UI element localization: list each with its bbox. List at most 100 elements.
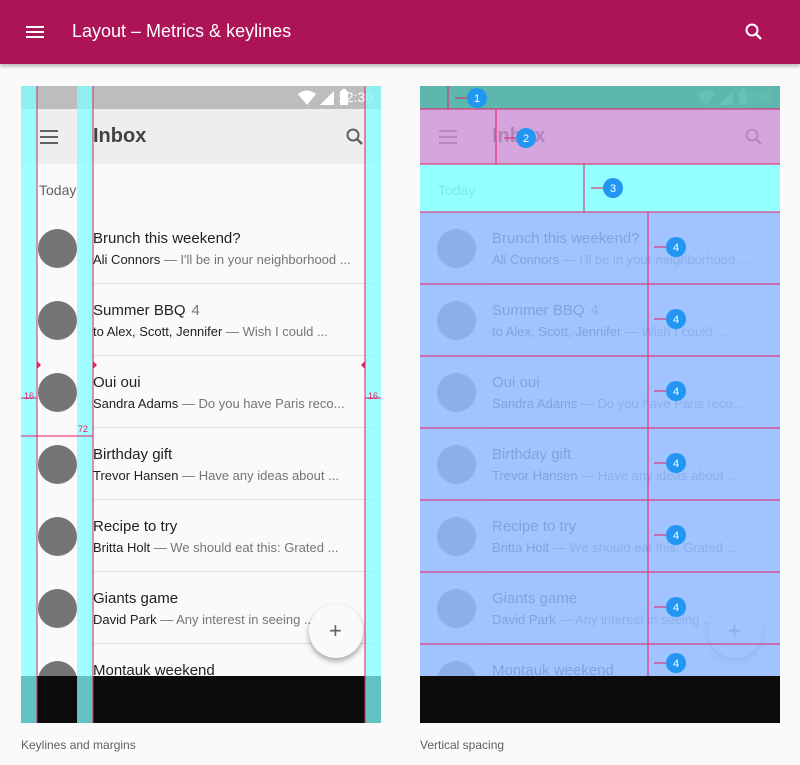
list-subheader: Today	[420, 164, 780, 212]
avatar	[38, 517, 77, 556]
toolbar-title: Inbox	[492, 125, 546, 147]
email-list-item[interactable]: Oui oui Sandra Adams — Do you have Paris …	[21, 356, 381, 428]
inbox-toolbar: Inbox	[21, 109, 381, 164]
avatar	[437, 373, 476, 412]
avatar	[38, 445, 77, 484]
email-list-item[interactable]: Brunch this weekend? Ali Connors — I'll b…	[420, 212, 780, 284]
email-snippet: — We should eat this: Grated ...	[549, 540, 738, 555]
email-subject: Giants game	[492, 590, 578, 607]
email-subject: Recipe to try	[93, 518, 178, 535]
menu-icon[interactable]	[38, 129, 60, 145]
email-sender: Britta Holt	[93, 540, 151, 555]
email-subject: Brunch this weekend?	[492, 230, 640, 247]
email-subject: Giants game	[93, 590, 179, 607]
email-title-line: Birthday gift	[93, 446, 178, 463]
email-subject: Birthday gift	[492, 446, 572, 463]
compose-fab-button[interactable]: +	[708, 604, 762, 658]
email-snippet: — We should eat this: Grated ...	[150, 540, 339, 555]
email-title-line: Oui oui	[492, 374, 546, 391]
email-snippet: — Have any ideas about ...	[577, 468, 738, 483]
email-list-item[interactable]: Summer BBQ 4 to Alex, Scott, Jennifer — Wi…	[420, 284, 780, 356]
email-preview-line: Ali Connors — I'll be in your neighborho…	[492, 252, 762, 267]
avatar	[437, 301, 476, 340]
avatar	[437, 229, 476, 268]
email-preview-line: Trevor Hansen — Have any ideas about ...	[93, 468, 363, 483]
email-snippet: — Wish I could ...	[222, 324, 328, 339]
search-icon[interactable]	[343, 125, 367, 149]
email-title-line: Oui oui	[93, 374, 147, 391]
email-sender: Ali Connors	[93, 252, 161, 267]
email-snippet: — Any interest in seeing ...	[555, 612, 714, 627]
search-icon[interactable]	[742, 20, 766, 44]
email-sender: David Park	[93, 612, 157, 627]
avatar	[437, 589, 476, 628]
signal-icon	[320, 91, 334, 105]
menu-icon[interactable]	[437, 129, 459, 145]
list-subheader: Today	[21, 164, 381, 212]
email-preview-line: Britta Holt — We should eat this: Grated…	[492, 540, 762, 555]
email-snippet: — I'll be in your neighborhood ...	[559, 252, 750, 267]
email-title-line: Recipe to try	[492, 518, 582, 535]
email-list-item[interactable]: Brunch this weekend? Ali Connors — I'll b…	[21, 212, 381, 284]
email-preview-line: to Alex, Scott, Jennifer — Wish I could …	[492, 324, 762, 339]
email-sender: David Park	[492, 612, 556, 627]
email-sender: Sandra Adams	[93, 396, 179, 411]
email-title-line: Brunch this weekend?	[492, 230, 646, 247]
email-title-line: Birthday gift	[492, 446, 577, 463]
avatar	[38, 229, 77, 268]
email-preview-line: Sandra Adams — Do you have Paris reco...	[93, 396, 363, 411]
email-subject: Recipe to try	[492, 518, 577, 535]
email-preview-line: Ali Connors — I'll be in your neighborho…	[93, 252, 363, 267]
email-preview-line: Sandra Adams — Do you have Paris reco...	[492, 396, 762, 411]
vertical-spacing-phone-mockup: 12:30 Inbox Today Brunch this weekend? Al…	[420, 86, 780, 723]
email-list-item[interactable]: Oui oui Sandra Adams — Do you have Paris …	[420, 356, 780, 428]
subheader-label: Today	[438, 182, 476, 198]
avatar	[38, 301, 77, 340]
vertical-spacing-caption: Vertical spacing	[420, 738, 505, 752]
email-title-line: Giants game	[492, 590, 583, 607]
avatar	[38, 589, 77, 628]
email-subject: Oui oui	[492, 374, 540, 391]
nav-bar	[21, 676, 381, 723]
search-icon[interactable]	[742, 125, 766, 149]
email-subject: Birthday gift	[93, 446, 173, 463]
email-title-line: Summer BBQ 4	[492, 302, 599, 319]
plus-icon: +	[728, 618, 741, 643]
app-bar: Layout – Metrics & keylines	[0, 0, 800, 64]
inbox-toolbar: Inbox	[420, 109, 780, 164]
email-list-item[interactable]: Summer BBQ 4 to Alex, Scott, Jennifer — Wi…	[21, 284, 381, 356]
email-subject: Summer BBQ	[492, 302, 585, 319]
signal-icon	[719, 91, 733, 105]
wifi-icon	[298, 90, 316, 105]
email-list-item[interactable]: Birthday gift Trevor Hansen — Have any id…	[420, 428, 780, 500]
email-list-item[interactable]: Birthday gift Trevor Hansen — Have any id…	[21, 428, 381, 500]
email-title-line: Giants game	[93, 590, 184, 607]
plus-icon: +	[329, 618, 342, 643]
email-subject: Oui oui	[93, 374, 141, 391]
email-subject: Brunch this weekend?	[93, 230, 241, 247]
email-list-item[interactable]: Recipe to try Britta Holt — We should eat…	[21, 500, 381, 572]
keylines-phone-mockup: 12:30 Inbox Today Brunch this weekend? Al…	[21, 86, 381, 723]
thread-count: 4	[191, 302, 200, 319]
email-subject: Summer BBQ	[93, 302, 186, 319]
menu-icon[interactable]	[24, 22, 48, 42]
email-sender: Trevor Hansen	[492, 468, 578, 483]
email-sender: to Alex, Scott, Jennifer	[492, 324, 622, 339]
email-list-item[interactable]: Recipe to try Britta Holt — We should eat…	[420, 500, 780, 572]
thread-count: 4	[590, 302, 599, 319]
email-title-line: Summer BBQ 4	[93, 302, 200, 319]
status-time: 12:30	[736, 89, 772, 105]
keylines-caption: Keylines and margins	[21, 738, 136, 752]
status-time: 12:30	[337, 89, 373, 105]
status-bar: 12:30	[420, 86, 780, 109]
email-snippet: — Any interest in seeing ...	[156, 612, 315, 627]
email-snippet: — I'll be in your neighborhood ...	[160, 252, 351, 267]
wifi-icon	[697, 90, 715, 105]
nav-bar	[420, 676, 780, 723]
email-snippet: — Do you have Paris reco...	[577, 396, 744, 411]
email-snippet: — Have any ideas about ...	[178, 468, 339, 483]
email-preview-line: Trevor Hansen — Have any ideas about ...	[492, 468, 762, 483]
compose-fab-button[interactable]: +	[309, 604, 363, 658]
email-sender: Ali Connors	[492, 252, 560, 267]
avatar	[38, 373, 77, 412]
